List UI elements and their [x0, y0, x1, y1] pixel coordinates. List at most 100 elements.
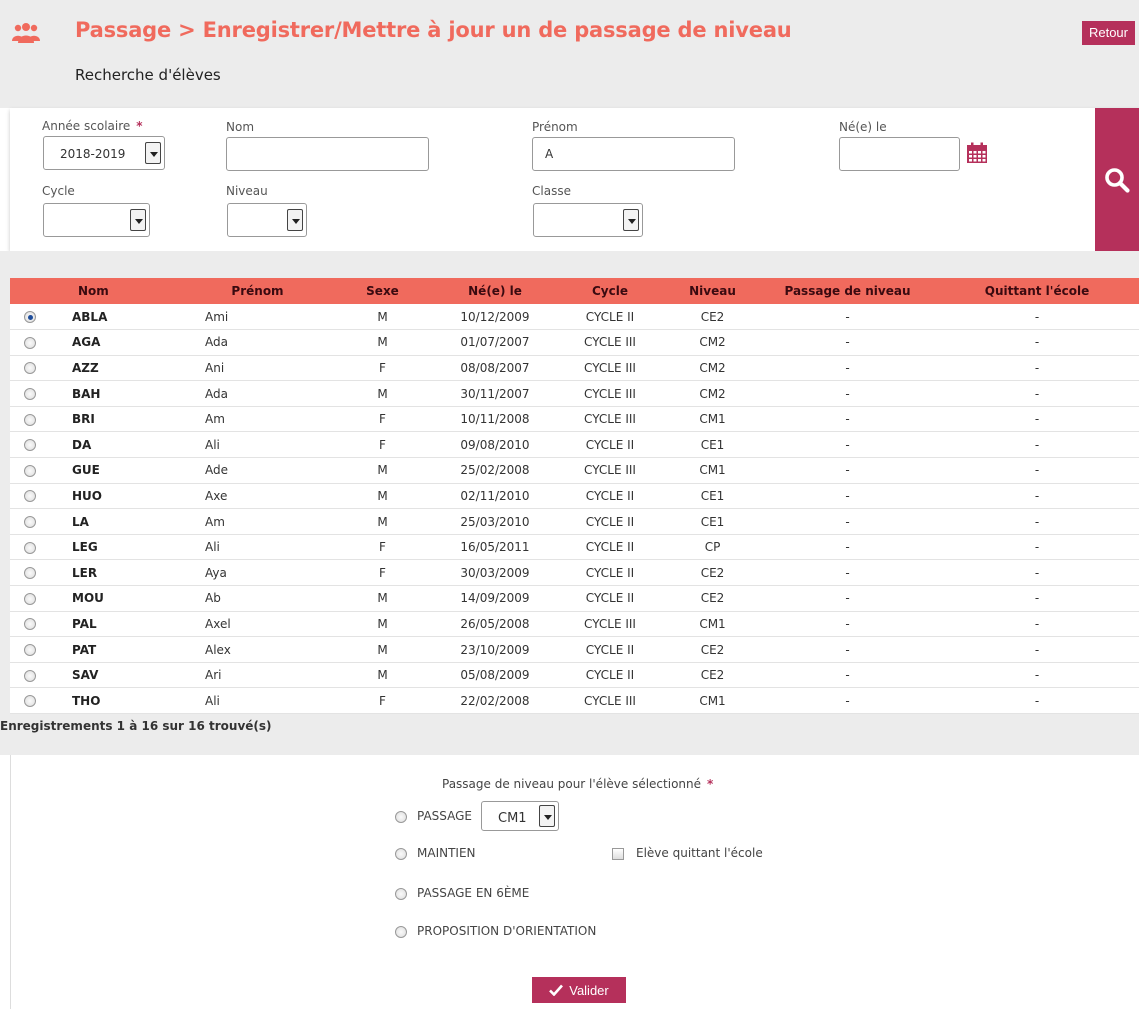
column-header[interactable]: Né(e) le [435, 278, 555, 304]
passage-6eme-radio[interactable] [395, 887, 407, 900]
cell-quittant: - [935, 431, 1139, 459]
classe-select[interactable] [533, 203, 643, 237]
cell-niveau: CE2 [665, 559, 760, 587]
row-select-radio[interactable] [24, 592, 36, 605]
row-select-radio[interactable] [24, 516, 36, 529]
table-row[interactable]: BAH Ada M 30/11/2007 CYCLE III CM2- - [10, 380, 1139, 407]
valider-button[interactable]: Valider [532, 977, 626, 1003]
table-row[interactable]: PAT Alex M 23/10/2009 CYCLE II CE2- - [10, 636, 1139, 663]
cell-quittant: - [935, 662, 1139, 689]
row-select-radio[interactable] [24, 669, 36, 682]
cycle-select[interactable] [43, 203, 150, 237]
table-row[interactable]: AGA Ada M 01/07/2007 CYCLE III CM2- - [10, 329, 1139, 356]
row-select-radio[interactable] [24, 567, 36, 580]
column-header[interactable]: Nom [50, 278, 185, 304]
cell-select [10, 483, 50, 510]
maintien-radio[interactable] [395, 847, 407, 860]
row-select-radio[interactable] [24, 413, 36, 426]
option-orientation[interactable]: PROPOSITION D'ORIENTATION [395, 924, 596, 938]
cell-cycle: CYCLE III [555, 329, 665, 356]
chevron-down-icon [130, 209, 146, 231]
date-naissance-input[interactable] [839, 137, 960, 171]
cell-sexe: M [330, 304, 435, 331]
column-header[interactable]: Prénom [185, 278, 330, 304]
cell-select [10, 304, 50, 331]
prenom-input[interactable]: A [532, 137, 735, 171]
maintien-option-label: MAINTIEN [417, 846, 476, 860]
cell-passage: - [760, 406, 935, 433]
cell-passage: - [760, 534, 935, 561]
table-body: ABLA Ami M 10/12/2009 CYCLE II CE2- - AGA Ada M 01… [10, 304, 1139, 714]
cell-cycle: CYCLE II [555, 431, 665, 459]
cell-nom: DA [50, 431, 185, 459]
cell-passage: - [760, 380, 935, 407]
cell-passage: - [760, 457, 935, 484]
cell-nom: LEG [50, 534, 185, 561]
column-header[interactable]: Passage de niveau [760, 278, 935, 304]
cell-sexe: M [330, 380, 435, 407]
orientation-radio[interactable] [395, 925, 407, 938]
nom-input[interactable] [226, 137, 429, 171]
table-row[interactable]: LEG Ali F 16/05/2011 CYCLE II CP - - [10, 534, 1139, 561]
column-header[interactable]: Quittant l'école [935, 278, 1139, 304]
row-select-radio[interactable] [24, 490, 36, 503]
annee-select[interactable]: 2018-2019 [43, 136, 165, 170]
option-maintien[interactable]: MAINTIEN [395, 846, 476, 860]
row-select-radio[interactable] [24, 362, 36, 375]
row-select-radio[interactable] [24, 464, 36, 477]
passage-radio[interactable] [395, 810, 407, 823]
row-select-radio[interactable] [24, 336, 36, 349]
column-header[interactable]: Cycle [555, 278, 665, 304]
passage-niveau-value: CM1 [498, 811, 527, 826]
option-passage[interactable]: PASSAGE [395, 805, 472, 827]
annee-value: 2018-2019 [60, 147, 126, 161]
cell-date-naissance: 25/03/2010 [435, 508, 555, 535]
row-select-radio[interactable] [24, 311, 36, 324]
row-select-radio[interactable] [24, 388, 36, 401]
cell-nom: GUE [50, 457, 185, 484]
table-row[interactable]: PAL Axel M 26/05/2008 CYCLE III CM1- - [10, 611, 1139, 638]
row-select-radio[interactable] [24, 695, 36, 708]
option-passage-6eme[interactable]: PASSAGE EN 6ÈME [395, 886, 529, 900]
quittant-ecole-checkbox[interactable] [612, 847, 624, 860]
table-row[interactable]: MOU Ab M 14/09/2009 CYCLE II CE2- - [10, 585, 1139, 612]
row-select-radio[interactable] [24, 541, 36, 554]
quittant-ecole-option[interactable]: Elève quittant l'école [612, 846, 763, 860]
cell-prenom: Ada [185, 380, 330, 407]
niveau-select[interactable] [227, 203, 307, 237]
table-row[interactable]: HUO Axe M 02/11/2010 CYCLE II CE1- - [10, 483, 1139, 510]
table-row[interactable]: THO Ali F 22/02/2008 CYCLE III CM1- - [10, 687, 1139, 714]
row-select-radio[interactable] [24, 644, 36, 657]
search-button[interactable] [1095, 108, 1139, 251]
cell-quittant: - [935, 329, 1139, 356]
cell-select [10, 431, 50, 459]
cell-passage: - [760, 304, 935, 331]
cell-nom: AZZ [50, 355, 185, 382]
column-header[interactable]: Niveau [665, 278, 760, 304]
cell-nom: MOU [50, 585, 185, 612]
row-select-radio[interactable] [24, 439, 36, 452]
cell-quittant: - [935, 585, 1139, 612]
table-row[interactable]: LA Am M 25/03/2010 CYCLE II CE1- - [10, 508, 1139, 535]
cell-nom: PAT [50, 636, 185, 663]
table-row[interactable]: BRI Am F 10/11/2008 CYCLE III CM1- - [10, 406, 1139, 433]
cell-prenom: Axe [185, 483, 330, 510]
cycle-label: Cycle [42, 184, 75, 198]
table-row[interactable]: ABLA Ami M 10/12/2009 CYCLE II CE2- - [10, 304, 1139, 331]
passage-niveau-select[interactable]: CM1 [481, 801, 559, 831]
back-button[interactable]: Retour [1081, 21, 1135, 45]
table-row[interactable]: GUE Ade M 25/02/2008 CYCLE III CM1- - [10, 457, 1139, 484]
prenom-label: Prénom [532, 120, 578, 134]
cell-select [10, 662, 50, 689]
table-row[interactable]: DA Ali F 09/08/2010 CYCLE II CE1- - [10, 431, 1139, 459]
table-row[interactable]: AZZ Ani F 08/08/2007 CYCLE III CM2- - [10, 355, 1139, 382]
row-select-radio[interactable] [24, 618, 36, 631]
table-row[interactable]: SAV Ari M 05/08/2009 CYCLE II CE2- - [10, 662, 1139, 689]
table-row[interactable]: LER Aya F 30/03/2009 CYCLE II CE2- - [10, 559, 1139, 587]
cell-niveau: CM2 [665, 380, 760, 407]
cell-niveau: CM1 [665, 457, 760, 484]
page-header: Passage > Enregistrer/Mettre à jour un d… [0, 0, 1139, 108]
calendar-icon[interactable] [966, 142, 988, 164]
cell-cycle: CYCLE II [555, 662, 665, 689]
column-header[interactable]: Sexe [330, 278, 435, 304]
